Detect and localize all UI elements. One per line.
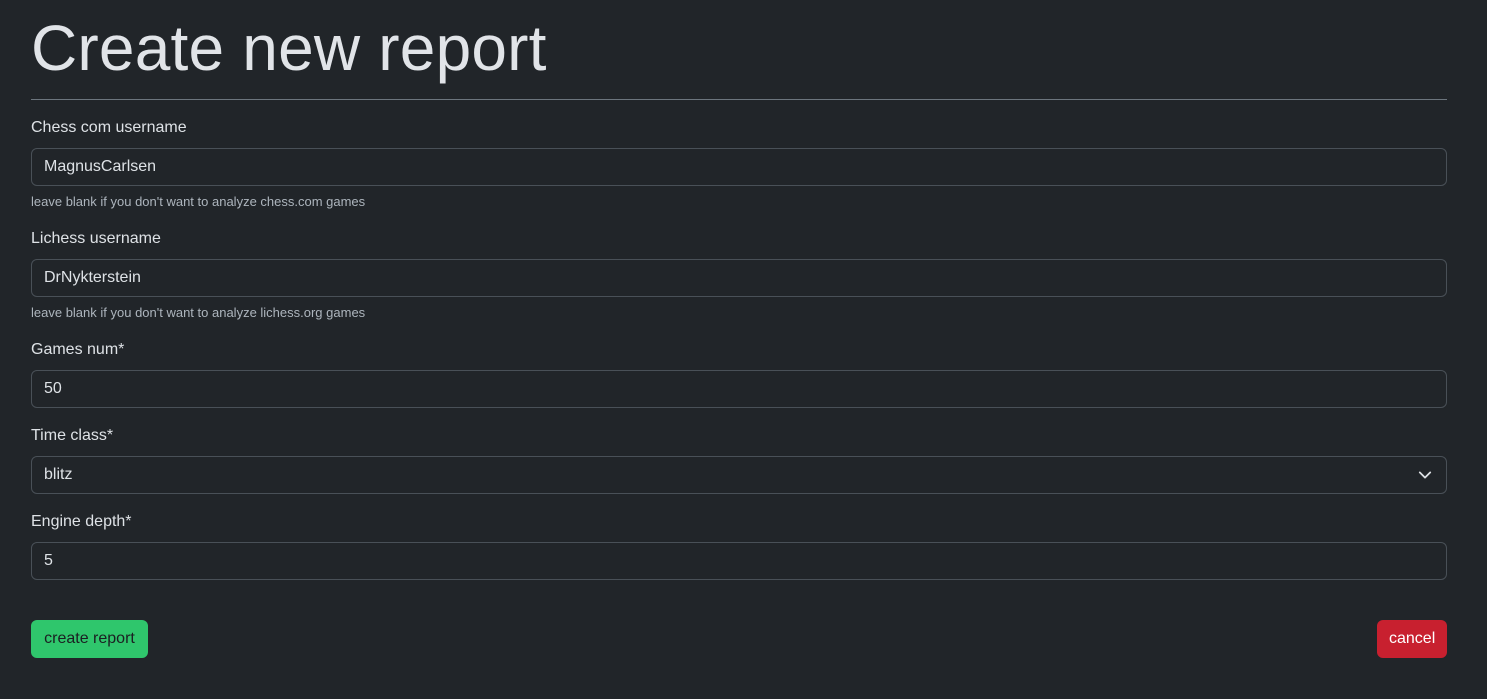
lichess-username-label: Lichess username (31, 230, 161, 247)
chevron-down-icon (1418, 471, 1432, 479)
chess-com-username-label: Chess com username (31, 119, 187, 136)
lichess-help-text: leave blank if you don't want to analyze… (31, 305, 366, 320)
games-num-input[interactable] (31, 370, 1447, 408)
cancel-button[interactable]: cancel (1377, 620, 1447, 658)
chess-com-help-text: leave blank if you don't want to analyze… (31, 194, 366, 209)
chess-com-username-input[interactable] (31, 148, 1447, 186)
games-num-label: Games num* (31, 341, 125, 358)
time-class-selected-value: blitz (44, 466, 73, 483)
create-report-button[interactable]: create report (31, 620, 148, 658)
page-title: Create new report (31, 12, 547, 84)
title-divider (31, 99, 1447, 100)
engine-depth-input[interactable] (31, 542, 1447, 580)
report-form-container: Create new report Chess com username lea… (31, 0, 1447, 699)
engine-depth-label: Engine depth* (31, 513, 132, 530)
time-class-label: Time class* (31, 427, 114, 444)
lichess-username-input[interactable] (31, 259, 1447, 297)
time-class-select[interactable]: blitz (31, 456, 1447, 494)
